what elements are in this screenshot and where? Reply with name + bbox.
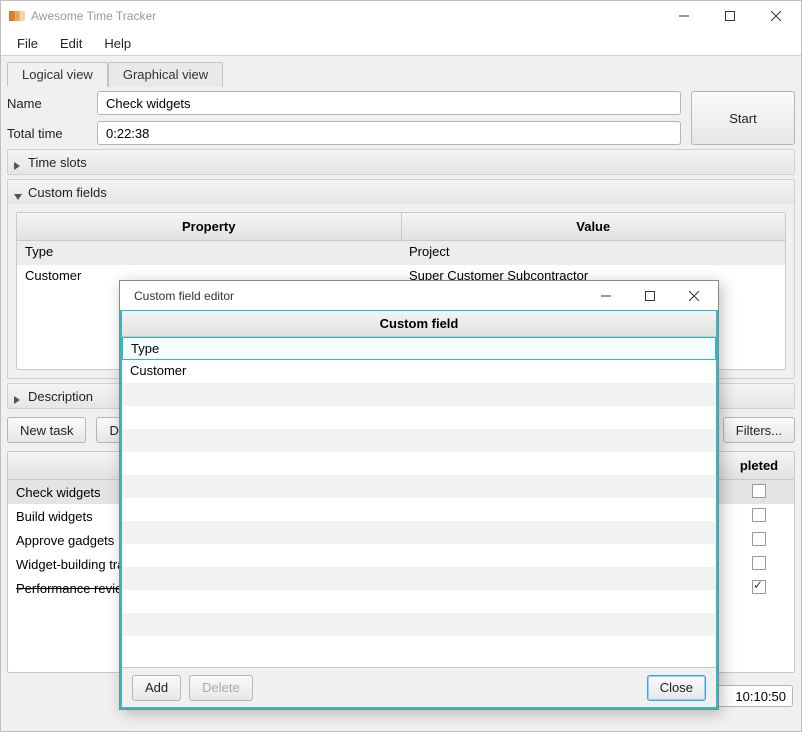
dialog-close-button[interactable] bbox=[672, 282, 716, 310]
tt-head-completed[interactable]: pleted bbox=[724, 452, 794, 479]
main-window: Awesome Time Tracker File Edit Help Logi… bbox=[0, 0, 802, 732]
tab-graphical[interactable]: Graphical view bbox=[108, 62, 223, 87]
dialog-list-empty bbox=[122, 383, 716, 406]
chevron-right-icon bbox=[14, 158, 22, 166]
close-button[interactable] bbox=[753, 1, 799, 31]
section-timeslots: Time slots bbox=[7, 149, 795, 175]
dialog-list-empty bbox=[122, 613, 716, 636]
dialog-list-empty bbox=[122, 406, 716, 429]
menu-help[interactable]: Help bbox=[94, 34, 141, 53]
tab-logical[interactable]: Logical view bbox=[7, 62, 108, 87]
cf-val: Project bbox=[401, 241, 785, 265]
dialog-list-empty bbox=[122, 452, 716, 475]
name-value: Check widgets bbox=[106, 96, 191, 111]
window-title: Awesome Time Tracker bbox=[31, 9, 661, 23]
cf-prop: Type bbox=[17, 241, 401, 265]
section-customfields-label: Custom fields bbox=[28, 185, 107, 200]
dialog-maximize-button[interactable] bbox=[628, 282, 672, 310]
menu-file[interactable]: File bbox=[7, 34, 48, 53]
completed-checkbox[interactable] bbox=[752, 532, 766, 546]
section-timeslots-header[interactable]: Time slots bbox=[8, 150, 794, 174]
completed-checkbox[interactable] bbox=[752, 484, 766, 498]
task-form: Name Check widgets Total time 0:22:38 St… bbox=[7, 91, 795, 145]
cf-head-property[interactable]: Property bbox=[17, 213, 402, 240]
dialog-list-empty bbox=[122, 429, 716, 452]
custom-field-editor-dialog: Custom field editor Custom field Type Cu… bbox=[119, 280, 719, 710]
dialog-list-empty bbox=[122, 567, 716, 590]
minimize-button[interactable] bbox=[661, 1, 707, 31]
start-button[interactable]: Start bbox=[691, 91, 795, 145]
dialog-list-empty bbox=[122, 544, 716, 567]
dialog-list-empty bbox=[122, 636, 716, 659]
view-tabs: Logical view Graphical view bbox=[7, 62, 795, 87]
dialog-title: Custom field editor bbox=[134, 289, 234, 303]
menubar: File Edit Help bbox=[1, 31, 801, 55]
newtask-button[interactable]: New task bbox=[7, 417, 86, 443]
name-label: Name bbox=[7, 96, 87, 111]
dialog-list-empty bbox=[122, 498, 716, 521]
name-input[interactable]: Check widgets bbox=[97, 91, 681, 115]
add-button[interactable]: Add bbox=[132, 675, 181, 701]
menu-edit[interactable]: Edit bbox=[50, 34, 92, 53]
dialog-list-item[interactable]: Customer bbox=[122, 360, 716, 383]
filters-button[interactable]: Filters... bbox=[723, 417, 795, 443]
section-timeslots-label: Time slots bbox=[28, 155, 87, 170]
totaltime-input[interactable]: 0:22:38 bbox=[97, 121, 681, 145]
titlebar: Awesome Time Tracker bbox=[1, 1, 801, 31]
dialog-list-item[interactable]: Type bbox=[122, 337, 716, 360]
completed-checkbox[interactable] bbox=[752, 556, 766, 570]
app-icon bbox=[9, 11, 25, 21]
dialog-titlebar: Custom field editor bbox=[120, 281, 718, 311]
totaltime-label: Total time bbox=[7, 126, 87, 141]
section-customfields-header[interactable]: Custom fields bbox=[8, 180, 794, 204]
chevron-right-icon bbox=[14, 392, 22, 400]
delete-button[interactable]: Delete bbox=[189, 675, 253, 701]
dialog-list: Type Customer bbox=[122, 337, 716, 667]
dialog-footer: Add Delete Close bbox=[122, 667, 716, 707]
cf-head-value[interactable]: Value bbox=[402, 213, 786, 240]
footer-time-value: 10:10:50 bbox=[735, 689, 786, 704]
totaltime-value: 0:22:38 bbox=[106, 126, 149, 141]
completed-checkbox[interactable] bbox=[752, 508, 766, 522]
dialog-list-empty bbox=[122, 521, 716, 544]
dialog-minimize-button[interactable] bbox=[584, 282, 628, 310]
maximize-button[interactable] bbox=[707, 1, 753, 31]
completed-checkbox[interactable] bbox=[752, 580, 766, 594]
dialog-list-empty bbox=[122, 475, 716, 498]
close-dialog-button[interactable]: Close bbox=[647, 675, 706, 701]
chevron-down-icon bbox=[14, 188, 22, 196]
cf-row[interactable]: Type Project bbox=[17, 241, 785, 265]
dialog-list-empty bbox=[122, 590, 716, 613]
section-description-label: Description bbox=[28, 389, 93, 404]
dialog-list-header[interactable]: Custom field bbox=[122, 311, 716, 337]
